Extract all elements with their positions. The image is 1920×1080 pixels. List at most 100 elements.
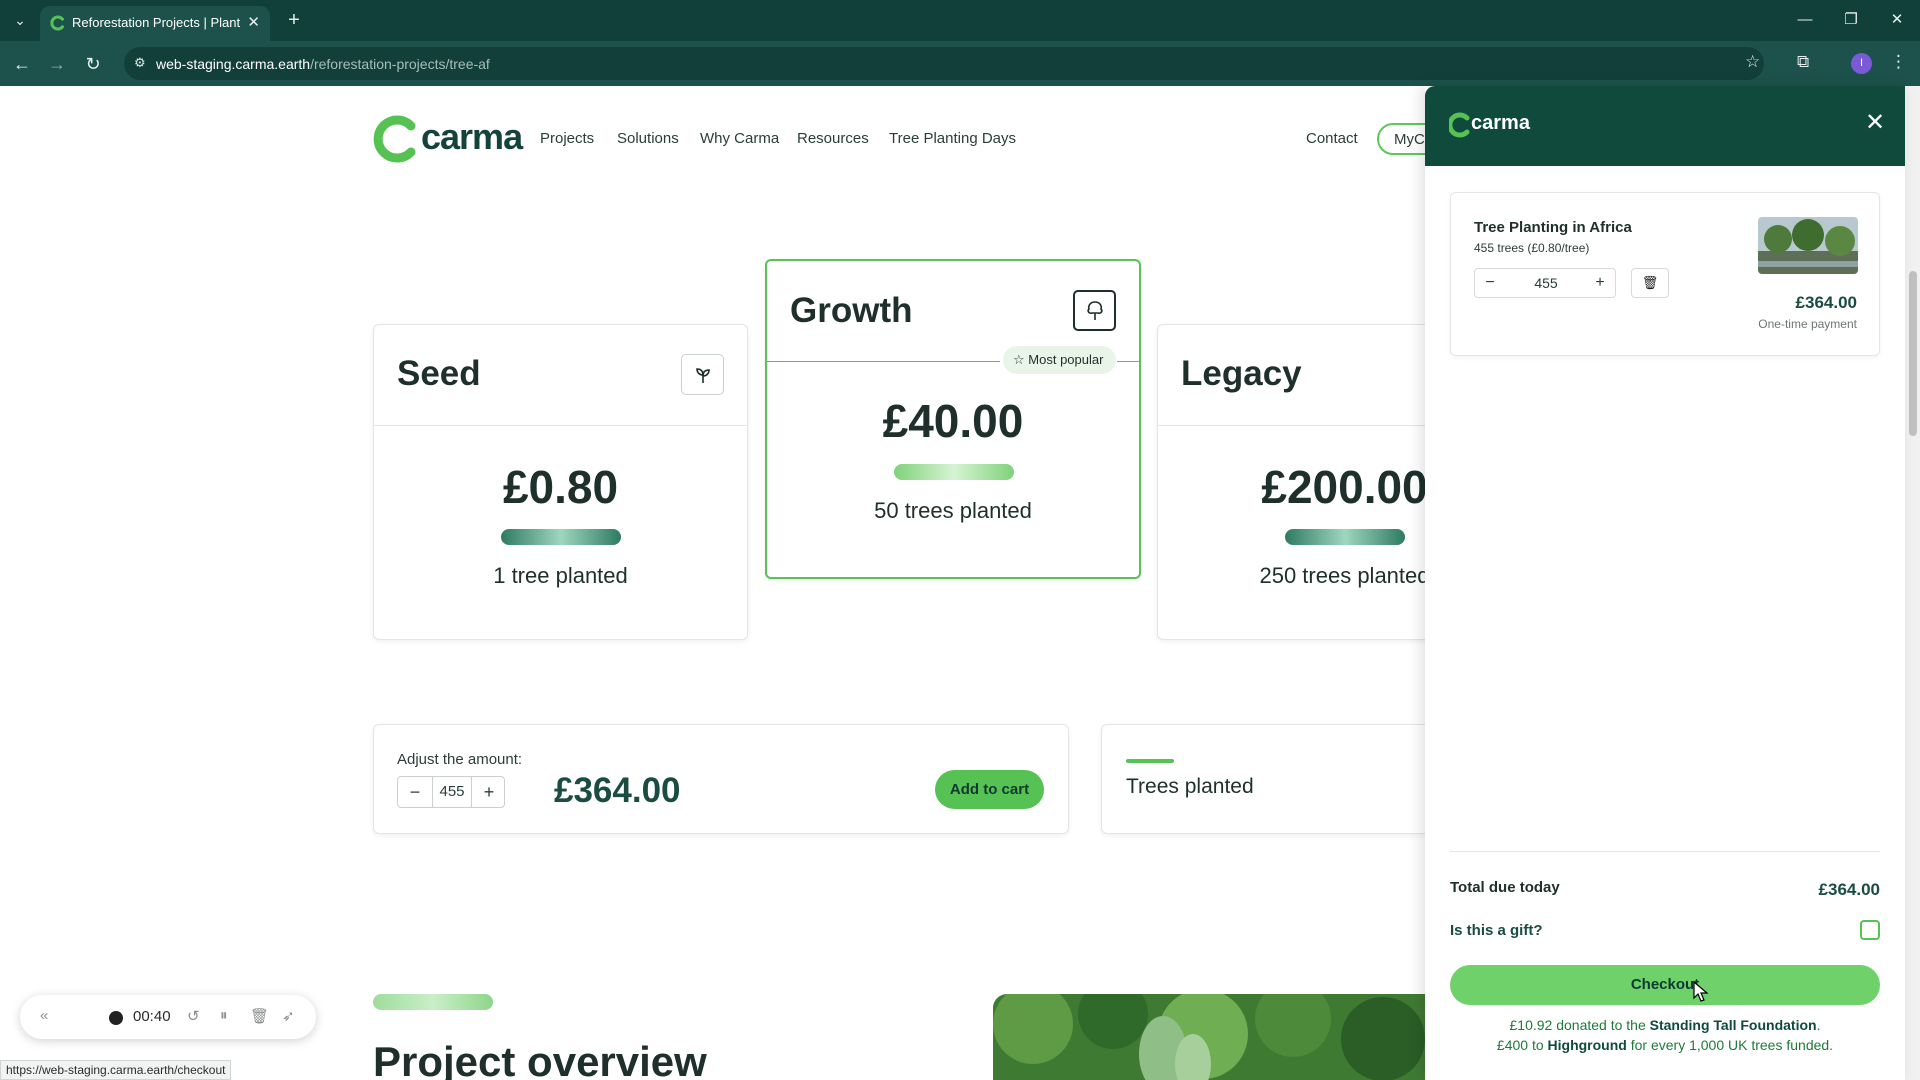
project-photo	[993, 994, 1430, 1080]
url-text: web-staging.carma.earth/reforestation-pr…	[156, 56, 490, 72]
tier-bar	[501, 529, 621, 545]
cart-item: Tree Planting in Africa 455 trees (£0.80…	[1450, 192, 1880, 356]
gift-checkbox[interactable]	[1860, 920, 1880, 940]
window-close-icon[interactable]: ✕	[1882, 8, 1912, 32]
cart-item-detail: 455 trees (£0.80/tree)	[1474, 241, 1590, 255]
browser-tab-bar: ⌄ Reforestation Projects | Plant Tr ✕ + …	[0, 0, 1920, 41]
tier-title: Seed	[397, 354, 481, 393]
increase-button[interactable]: +	[472, 777, 506, 807]
tier-title: Growth	[790, 291, 913, 330]
tier-bar	[1285, 529, 1405, 545]
tab-search-icon[interactable]: ⌄	[8, 8, 32, 32]
overview-accent-bar	[373, 994, 493, 1010]
cart-decrease-button[interactable]: −	[1475, 269, 1505, 297]
tier-price: £40.00	[882, 395, 1024, 447]
cart-item-payment-type: One-time payment	[1758, 317, 1857, 331]
cart-drawer: carma ✕ Tree Planting in Africa 455 tree…	[1425, 86, 1905, 1080]
back-icon[interactable]: ←	[9, 51, 35, 77]
record-indicator-icon	[109, 1011, 123, 1025]
project-overview-title: Project overview	[373, 1038, 707, 1080]
minimize-icon[interactable]: —	[1790, 8, 1820, 32]
restore-icon[interactable]: ❐	[1836, 8, 1866, 32]
accent-line	[1126, 759, 1174, 763]
cart-item-name: Tree Planting in Africa	[1474, 219, 1632, 236]
address-bar[interactable]: ⚙ web-staging.carma.earth/reforestation-…	[124, 47, 1764, 80]
quantity-stepper: − 455 +	[397, 776, 505, 808]
browser-tab-active[interactable]: Reforestation Projects | Plant Tr ✕	[40, 6, 270, 41]
collapse-icon[interactable]: «	[40, 1007, 48, 1024]
extensions-icon[interactable]: ⧉	[1797, 52, 1809, 72]
card-divider-right	[1117, 361, 1141, 362]
cart-divider	[1450, 851, 1880, 852]
logo-text: carma	[421, 116, 523, 157]
checkout-button[interactable]: Checkout	[1450, 965, 1880, 1005]
reload-icon[interactable]: ↻	[80, 51, 106, 77]
restart-icon[interactable]: ↺	[187, 1007, 200, 1025]
cart-item-thumbnail	[1758, 217, 1858, 274]
total-label: Total due today	[1450, 879, 1560, 896]
tier-price: £0.80	[502, 461, 619, 513]
adjust-label: Adjust the amount:	[397, 751, 523, 768]
donation-line-1: £10.92 donated to the Standing Tall Foun…	[1509, 1017, 1821, 1033]
close-icon[interactable]: ✕	[1865, 108, 1885, 137]
mouse-cursor-icon	[1693, 981, 1709, 1002]
site-info-icon[interactable]: ⚙	[134, 55, 146, 71]
card-divider-left	[767, 361, 1000, 362]
cart-header: carma ✕	[1425, 86, 1905, 166]
total-value: £364.00	[1818, 880, 1880, 899]
tier-bar	[894, 464, 1014, 480]
forward-icon[interactable]: →	[44, 51, 70, 77]
trees-planted-label: Trees planted	[1126, 775, 1254, 798]
recording-time: 00:40	[133, 1008, 171, 1025]
carma-logo-mark-icon	[373, 115, 416, 163]
screen-recorder-widget: « 00:40 ↺ ⏸ 🗑 ➶	[20, 995, 316, 1039]
adjust-amount-panel: Adjust the amount: − 455 + £364.00 Add t…	[373, 724, 1069, 834]
cart-item-price: £364.00	[1795, 293, 1857, 312]
tab-title: Reforestation Projects | Plant Tr	[72, 15, 240, 30]
cart-logo-text: carma	[1471, 112, 1530, 134]
tier-card-seed[interactable]: Seed £0.80 1 tree planted	[373, 324, 748, 640]
add-to-cart-button[interactable]: Add to cart	[935, 770, 1044, 809]
new-tab-icon[interactable]: +	[282, 8, 306, 32]
most-popular-badge: ☆ Most popular	[1003, 346, 1116, 374]
profile-avatar[interactable]: I	[1851, 53, 1872, 74]
gift-label: Is this a gift?	[1450, 922, 1543, 939]
cart-quantity-input[interactable]: 455	[1505, 269, 1587, 297]
badge-label: Most popular	[1028, 352, 1104, 367]
pause-icon[interactable]: ⏸	[220, 1007, 228, 1024]
scrollbar-thumb[interactable]	[1909, 271, 1917, 436]
nav-projects[interactable]: Projects	[540, 130, 594, 147]
cart-increase-button[interactable]: +	[1585, 269, 1615, 297]
page-scrollbar[interactable]	[1905, 86, 1920, 1080]
tier-trees: 1 tree planted	[493, 563, 628, 588]
carma-favicon-icon	[50, 15, 64, 31]
nav-tree-planting-days[interactable]: Tree Planting Days	[889, 130, 1016, 147]
tier-card-growth[interactable]: Growth ☆ Most popular £40.00 50 trees pl…	[765, 259, 1141, 579]
nav-resources[interactable]: Resources	[797, 130, 869, 147]
star-icon: ☆	[1013, 352, 1029, 367]
link-status-url: https://web-staging.carma.earth/checkout	[0, 1060, 232, 1080]
nav-why-carma[interactable]: Why Carma	[700, 130, 779, 147]
donation-org-link[interactable]: Standing Tall Foundation	[1650, 1017, 1817, 1033]
adjust-price: £364.00	[554, 771, 681, 810]
tree-icon	[1073, 290, 1116, 331]
nav-contact[interactable]: Contact	[1306, 130, 1358, 147]
highground-link[interactable]: Highground	[1548, 1037, 1627, 1053]
cart-quantity-stepper: − 455 +	[1474, 268, 1616, 298]
browser-menu-icon[interactable]: ⋮	[1890, 52, 1907, 72]
tab-close-icon[interactable]: ✕	[247, 13, 260, 31]
nav-solutions[interactable]: Solutions	[617, 130, 679, 147]
carma-logo-mark-icon	[1449, 112, 1470, 138]
pointer-icon[interactable]: ➶	[282, 1007, 295, 1025]
sprout-icon	[681, 354, 724, 395]
tier-trees: 50 trees planted	[874, 498, 1032, 523]
quantity-input[interactable]: 455	[432, 777, 472, 807]
discard-icon[interactable]: 🗑	[250, 1007, 269, 1025]
bookmark-star-icon[interactable]: ☆	[1745, 52, 1760, 72]
card-divider	[374, 425, 747, 426]
browser-toolbar: ← → ↻ ⚙ web-staging.carma.earth/reforest…	[0, 41, 1920, 86]
decrease-button[interactable]: −	[398, 777, 432, 807]
donation-line-2: £400 to Highground for every 1,000 UK tr…	[1496, 1037, 1834, 1053]
tier-title: Legacy	[1181, 354, 1302, 393]
trash-icon[interactable]: 🗑	[1631, 268, 1669, 298]
